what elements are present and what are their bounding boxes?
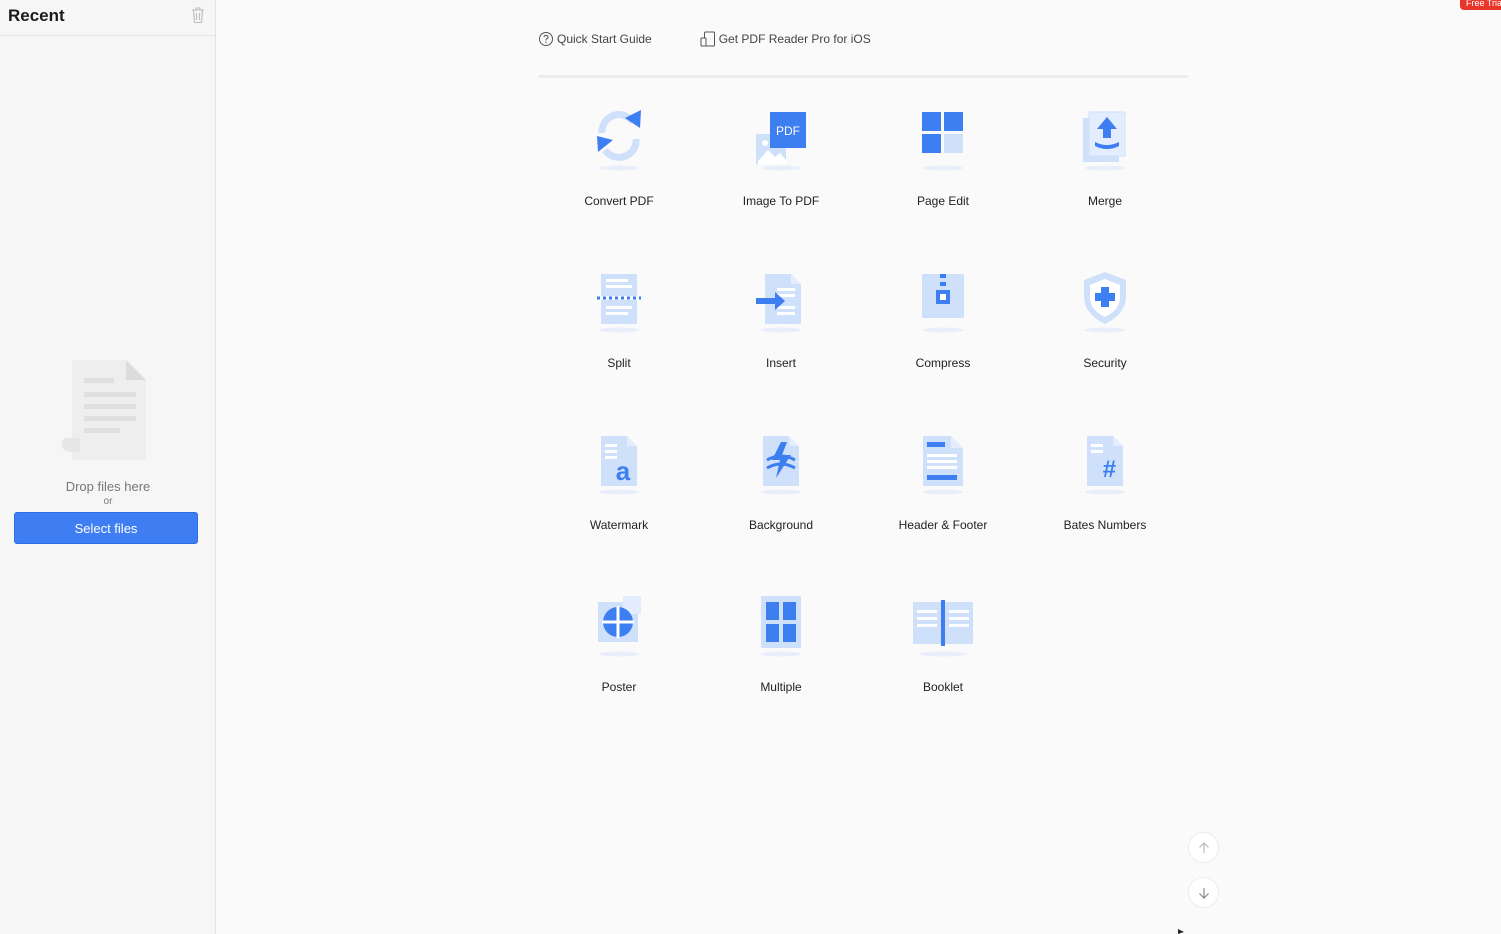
background-icon [761, 436, 801, 495]
select-files-button[interactable]: Select files [14, 512, 198, 544]
tool-label: Page Edit [916, 194, 970, 208]
tool-label: Background [748, 518, 814, 532]
bates-hash: # [1102, 456, 1116, 483]
get-ios-label: Get PDF Reader Pro for iOS [718, 32, 871, 46]
tool-insert[interactable]: Insert [700, 262, 862, 424]
arrow-up-icon [1198, 841, 1209, 853]
tool-label: Poster [601, 680, 637, 694]
app-window: Recent Drop files here or Select files Q… [0, 0, 1501, 934]
tool-booklet[interactable]: Booklet [862, 586, 1024, 748]
security-icon [1084, 272, 1126, 333]
tool-watermark[interactable]: a Watermark [538, 424, 700, 586]
tool-label: Merge [1087, 194, 1122, 208]
tool-compress[interactable]: Compress [862, 262, 1024, 424]
convert-pdf-icon [597, 110, 641, 171]
poster-icon [598, 596, 641, 657]
devices-icon [700, 31, 715, 47]
tool-split[interactable]: Split [538, 262, 700, 424]
watermark-letter: a [616, 456, 631, 486]
quick-start-guide-label: Quick Start Guide [557, 32, 652, 46]
tool-label: Multiple [760, 680, 802, 694]
or-text: or [103, 496, 113, 507]
tool-label: Header & Footer [898, 518, 988, 532]
insert-icon [756, 274, 801, 333]
bates-numbers-icon: # [1085, 436, 1125, 495]
sidebar-title: Recent [8, 6, 65, 25]
tool-label: Compress [915, 356, 971, 370]
tool-label: Booklet [922, 680, 964, 694]
trash-icon[interactable] [190, 6, 206, 24]
arrow-down-icon [1198, 887, 1209, 899]
tool-multiple[interactable]: Multiple [700, 586, 862, 748]
sidebar-header: Recent [0, 0, 215, 36]
get-ios-link[interactable]: Get PDF Reader Pro for iOS [700, 31, 871, 47]
header-footer-icon [923, 436, 963, 495]
pdf-icon-text: PDF [776, 124, 800, 138]
tool-label: Security [1083, 356, 1127, 370]
scroll-up-button[interactable] [1188, 832, 1219, 863]
tool-page-edit[interactable]: Page Edit [862, 100, 1024, 262]
top-divider [538, 75, 1188, 78]
booklet-icon [913, 600, 973, 657]
tool-header-footer[interactable]: Header & Footer [862, 424, 1024, 586]
top-links: Quick Start Guide Get PDF Reader Pro for… [538, 29, 871, 49]
tool-label: Insert [765, 356, 796, 370]
document-drop-icon [62, 360, 146, 460]
tool-label: Bates Numbers [1063, 518, 1147, 532]
merge-icon [1083, 111, 1126, 171]
quick-start-guide-link[interactable]: Quick Start Guide [538, 31, 652, 47]
tool-security[interactable]: Security [1024, 262, 1186, 424]
tool-image-to-pdf[interactable]: PDF Image To PDF [700, 100, 862, 262]
tool-background[interactable]: Background [700, 424, 862, 586]
help-circle-icon [539, 32, 553, 46]
split-icon [597, 274, 641, 333]
compress-icon [922, 274, 964, 333]
tool-label: Convert PDF [584, 194, 654, 208]
tool-poster[interactable]: Poster [538, 586, 700, 748]
sidebar-recent: Recent Drop files here or Select files [0, 0, 216, 934]
tool-label: Watermark [589, 518, 649, 532]
tool-merge[interactable]: Merge [1024, 100, 1186, 262]
cursor-icon [1178, 929, 1184, 934]
tool-bates-numbers[interactable]: # Bates Numbers [1024, 424, 1186, 586]
tool-label: Split [607, 356, 631, 370]
drop-files-text: Drop files here [65, 479, 151, 494]
image-to-pdf-icon: PDF [756, 112, 806, 171]
tool-label: Image To PDF [742, 194, 820, 208]
tools-grid: Convert PDF PDF Image To PDF Page Edit M… [538, 100, 1186, 748]
multiple-icon [761, 596, 801, 657]
free-trial-badge[interactable]: Free Trial [1460, 0, 1501, 10]
page-edit-icon [922, 112, 963, 171]
tool-convert-pdf[interactable]: Convert PDF [538, 100, 700, 262]
watermark-icon: a [599, 436, 639, 495]
scroll-down-button[interactable] [1188, 877, 1219, 908]
